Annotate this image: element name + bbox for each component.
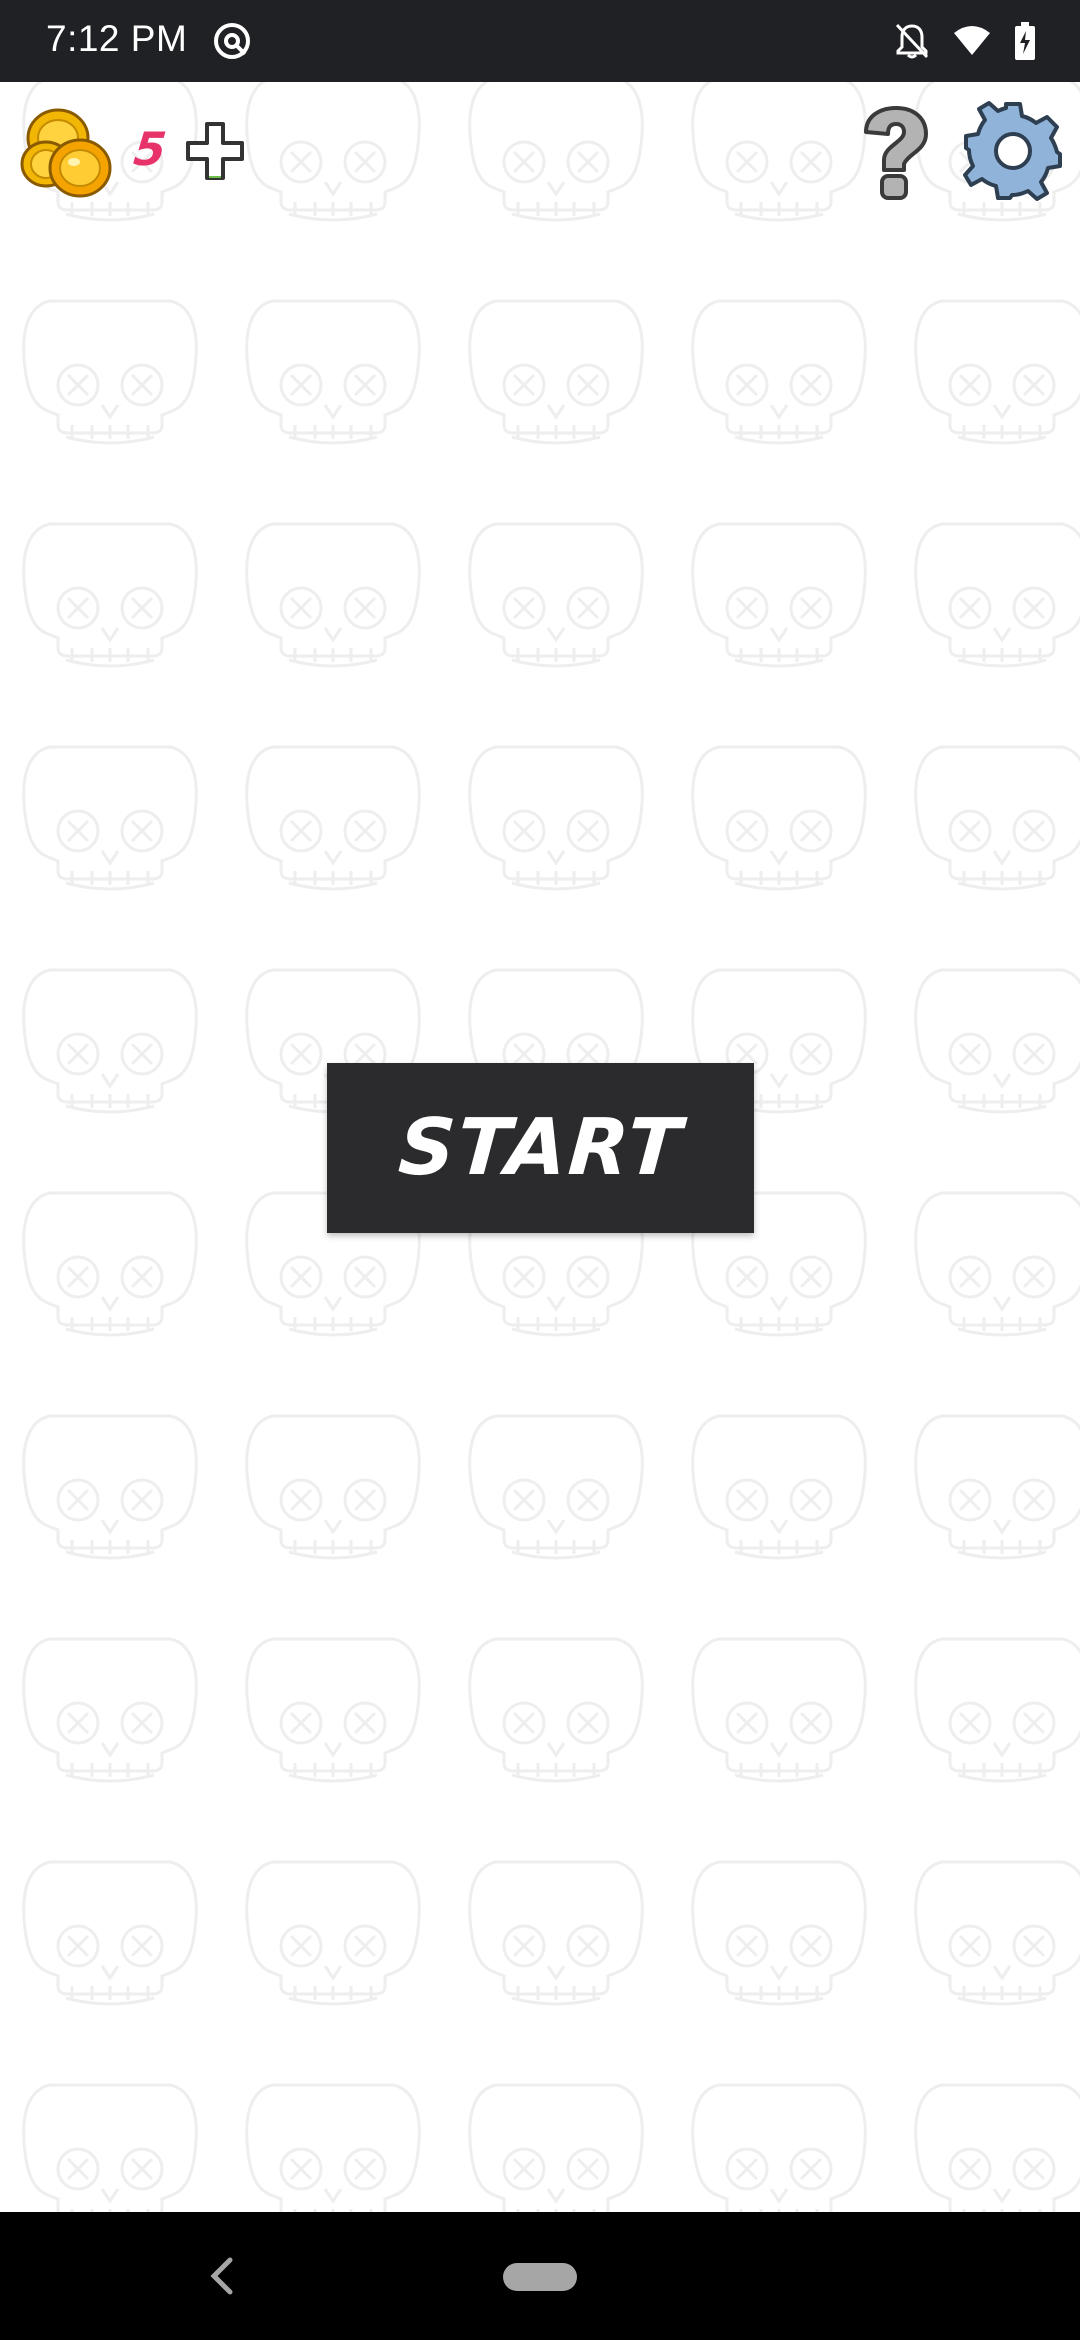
plus-icon xyxy=(186,122,244,180)
gold-coins-icon xyxy=(20,108,112,198)
skull-tile xyxy=(245,2083,421,2212)
skull-tile xyxy=(691,1637,867,1783)
skull-tile xyxy=(914,1860,1080,2006)
skull-tile xyxy=(22,968,198,1114)
skull-tile xyxy=(468,522,644,668)
status-icons xyxy=(894,18,1036,64)
skull-tile xyxy=(691,522,867,668)
add-coins-button[interactable] xyxy=(184,120,246,182)
skull-tile xyxy=(914,745,1080,891)
skull-tile xyxy=(22,1860,198,2006)
battery-charging-icon xyxy=(1015,22,1035,60)
skull-tile xyxy=(691,1860,867,2006)
skull-tile xyxy=(468,1414,644,1560)
skull-tile xyxy=(22,2083,198,2212)
skull-tile xyxy=(691,1414,867,1560)
notifications-off-icon xyxy=(895,23,929,59)
navigation-bar xyxy=(0,2212,1080,2340)
skull-tile xyxy=(914,968,1080,1114)
skull-tile xyxy=(914,1191,1080,1337)
start-button[interactable]: START xyxy=(327,1063,754,1233)
skull-tile xyxy=(914,299,1080,445)
settings-button[interactable] xyxy=(962,100,1064,202)
status-time: 7:12 PM xyxy=(46,18,188,59)
skull-tile xyxy=(22,745,198,891)
skull-tile xyxy=(22,1414,198,1560)
top-hud: 5 xyxy=(0,82,1080,232)
skull-tile xyxy=(691,2083,867,2212)
skull-tile xyxy=(245,1860,421,2006)
coin-count: 5 xyxy=(131,122,169,176)
question-mark-icon xyxy=(864,106,928,200)
skull-tile xyxy=(914,2083,1080,2212)
app-notification-icon xyxy=(214,23,250,59)
back-icon[interactable] xyxy=(200,2252,244,2300)
skull-tile xyxy=(691,299,867,445)
skull-tile xyxy=(691,745,867,891)
skull-tile xyxy=(245,1637,421,1783)
skull-tile xyxy=(22,1637,198,1783)
skull-tile xyxy=(245,299,421,445)
gear-icon xyxy=(963,101,1062,201)
skull-tile xyxy=(245,1414,421,1560)
skull-tile xyxy=(468,2083,644,2212)
help-button[interactable] xyxy=(858,106,930,202)
status-bar: 7:12 PM xyxy=(0,0,1080,82)
start-label: START xyxy=(395,1103,686,1193)
skull-tile xyxy=(22,299,198,445)
skull-tile xyxy=(245,745,421,891)
skull-tile xyxy=(468,1637,644,1783)
skull-tile xyxy=(468,1860,644,2006)
skull-tile xyxy=(468,745,644,891)
skull-tile xyxy=(245,522,421,668)
home-pill-icon[interactable] xyxy=(503,2263,577,2291)
skull-tile xyxy=(914,522,1080,668)
wifi-icon xyxy=(954,26,990,55)
skull-tile xyxy=(22,522,198,668)
game-screen: 7:12 PM 5 START xyxy=(0,0,1080,2340)
skull-tile xyxy=(22,1191,198,1337)
skull-tile xyxy=(914,1414,1080,1560)
skull-tile xyxy=(468,299,644,445)
skull-tile xyxy=(914,1637,1080,1783)
